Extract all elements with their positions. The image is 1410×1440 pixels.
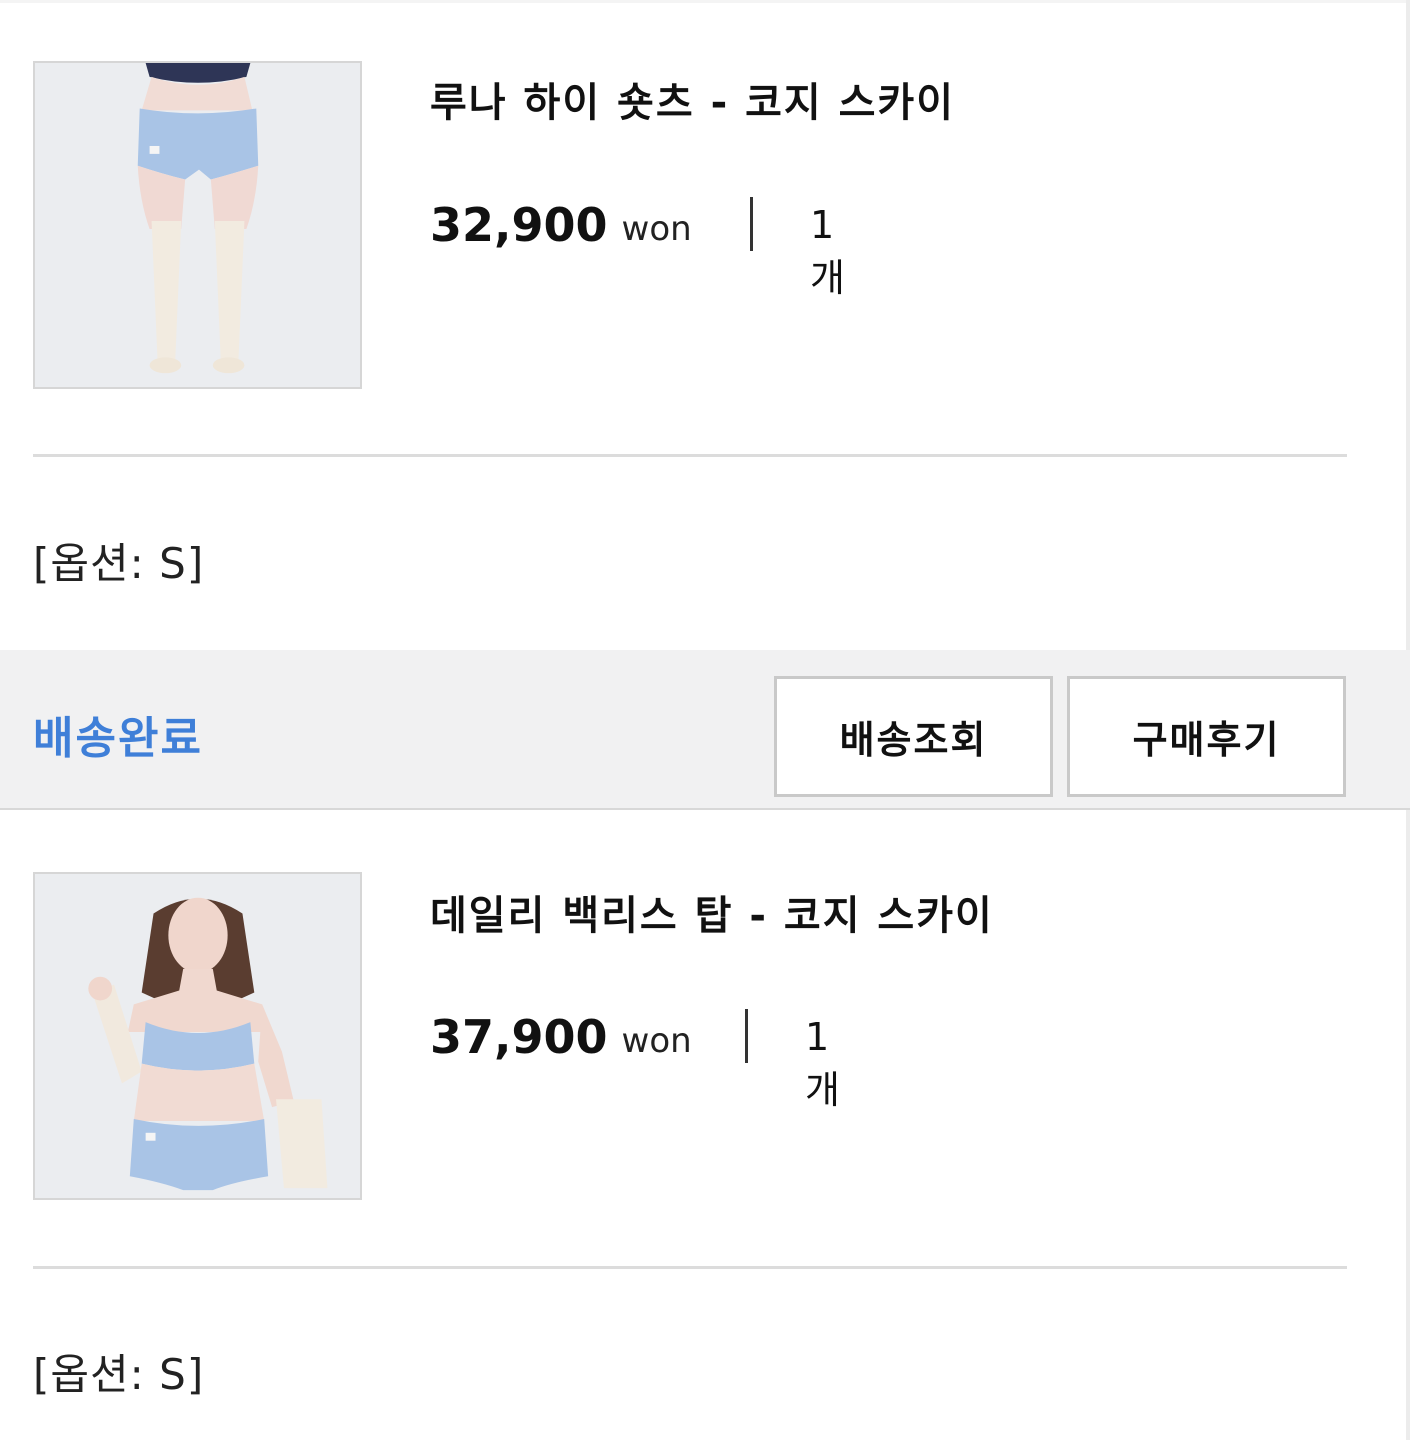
price-row: 32,900 won 1개	[430, 195, 845, 300]
product-option: [옵션: S]	[33, 539, 205, 588]
track-delivery-button[interactable]: 배송조회	[774, 676, 1053, 797]
delivery-status: 배송완료	[33, 713, 203, 764]
product-quantity: 1개	[805, 1015, 840, 1112]
item-divider	[33, 1266, 1347, 1269]
price-currency: won	[621, 1021, 692, 1061]
price-quantity-separator	[745, 1009, 748, 1063]
product-option: [옵션: S]	[33, 1350, 205, 1399]
product-price: 32,900	[430, 198, 608, 252]
item-divider	[33, 454, 1347, 457]
write-review-button[interactable]: 구매후기	[1067, 676, 1346, 797]
order-status-bar: 배송완료 배송조회 구매후기	[0, 650, 1410, 810]
product-thumbnail-2[interactable]	[33, 872, 362, 1200]
product-thumbnail-1[interactable]	[33, 61, 362, 389]
price-currency: won	[621, 209, 692, 249]
product-name[interactable]: 데일리 백리스 탑 - 코지 스카이	[430, 883, 994, 941]
product-price: 37,900	[430, 1010, 608, 1064]
price-quantity-separator	[750, 197, 753, 251]
product-name[interactable]: 루나 하이 숏츠 - 코지 스카이	[430, 70, 955, 128]
top-border	[0, 0, 1410, 3]
product-quantity: 1개	[810, 203, 845, 300]
shorts-model-image	[35, 63, 360, 387]
price-row: 37,900 won 1개	[430, 1007, 840, 1112]
top-model-image	[35, 874, 360, 1198]
